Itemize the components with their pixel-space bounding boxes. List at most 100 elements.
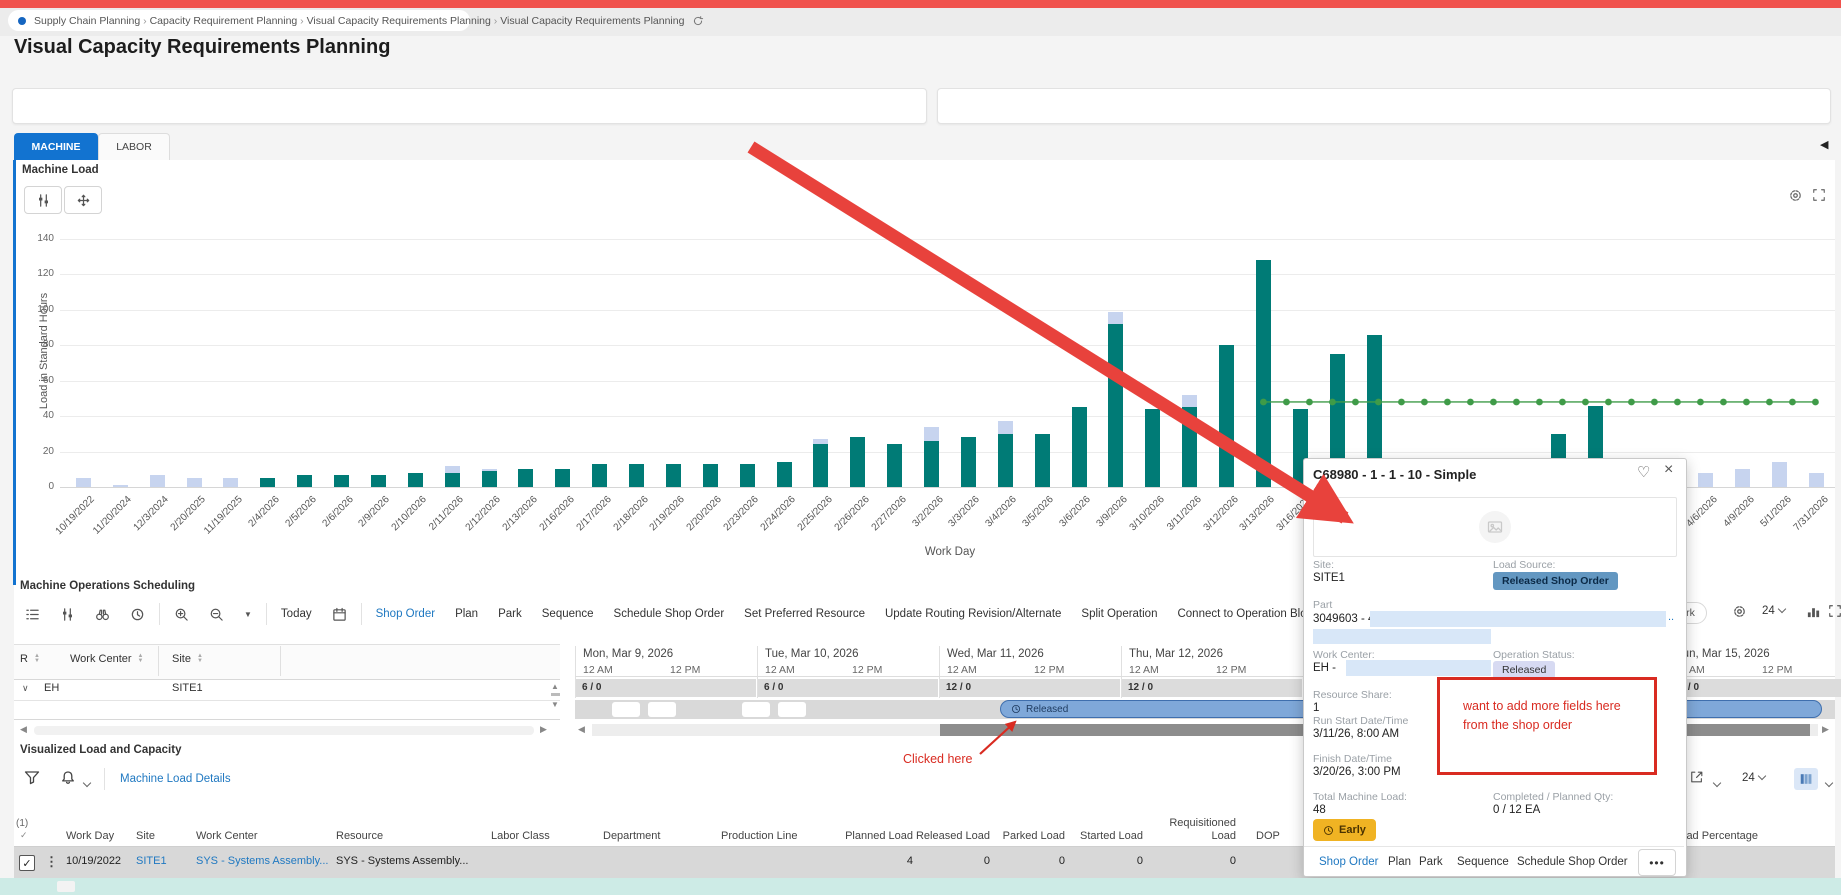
scroll-thumb[interactable] [551,693,560,696]
sort-icon[interactable]: ▲ ▼ [34,653,40,664]
chart-bar[interactable] [1182,407,1198,487]
chart-bar[interactable] [629,463,645,487]
chart-bar-secondary[interactable] [112,485,128,487]
table-header-planned-load[interactable]: Planned Load [839,814,913,844]
table-header-work-center[interactable]: Work Center [196,814,336,844]
chart-bar-secondary[interactable] [924,426,940,441]
bell-icon[interactable] [60,770,76,791]
calendar-icon[interactable] [323,600,356,628]
table-header-started-load[interactable]: Started Load [1065,814,1143,844]
tab-machine[interactable]: MACHINE [14,133,98,160]
favorite-heart-icon[interactable]: ♡ [1637,463,1650,481]
scroll-left-icon[interactable]: ◀ [20,724,27,735]
table-header-requisitioned-load[interactable]: Requisitioned Load [1143,814,1236,844]
table-header-department[interactable]: Department [603,814,721,844]
chart-bar[interactable] [997,433,1013,487]
breadcrumb-item[interactable]: Supply Chain Planning [34,15,140,27]
chart-pan-button[interactable] [64,186,102,214]
breadcrumb-item[interactable]: Visual Capacity Requirements Planning [500,15,684,27]
part-link[interactable]: 3049603 - 4 [1313,613,1374,625]
chart-bar-secondary[interactable] [1772,462,1788,487]
sequence-button[interactable]: Sequence [533,600,603,628]
columns-chevron[interactable] [1822,775,1834,793]
table-header-production-line[interactable]: Production Line [721,814,839,844]
breadcrumb-item[interactable]: Capacity Requirement Planning [150,15,298,27]
popup-sequence-button[interactable]: Sequence [1457,856,1509,868]
bottom-strip-item[interactable] [57,881,75,892]
chart-bar[interactable] [1071,407,1087,487]
table-header-released-load[interactable]: Released Load [913,814,990,844]
filter-panel-right[interactable] [937,88,1831,124]
table-header-parked-load[interactable]: Parked Load [990,814,1065,844]
chart-bar[interactable] [334,474,350,487]
maximize-icon[interactable] [1812,188,1826,207]
chart-bar[interactable] [518,469,534,487]
chart-settings-button[interactable] [24,186,62,214]
chart-bar[interactable] [739,463,755,487]
scroll-down-icon[interactable]: ▼ [551,700,559,709]
work-center-link[interactable]: EH - [1313,662,1336,674]
collapse-left-icon[interactable]: ◀ [1820,138,1828,151]
zoom-options-chevron[interactable]: ▼ [235,600,261,628]
chart-bar[interactable] [297,474,313,487]
table-header-labor-class[interactable]: Labor Class [491,814,603,844]
chart-bar-secondary[interactable] [1735,469,1751,487]
today-button[interactable]: Today [272,600,321,628]
gantt-interval-select[interactable]: 24 [1762,604,1787,617]
set-preferred-resource-button[interactable]: Set Preferred Resource [735,600,874,628]
chart-bar[interactable] [260,478,276,487]
columns-layout-button[interactable] [1794,768,1818,790]
chart-bar[interactable] [1219,345,1235,487]
shop-order-button[interactable]: Shop Order [367,600,444,628]
scroll-left-icon[interactable]: ◀ [578,724,585,735]
chart-bar[interactable] [924,440,940,487]
row-expand-chevron[interactable]: ∨ [22,683,29,694]
chart-bar-secondary[interactable] [149,474,165,487]
popup-schedule-shop-order-button[interactable]: Schedule Shop Order [1517,856,1628,868]
scroll-up-icon[interactable]: ▲ [551,682,559,691]
filter-icon[interactable] [24,770,40,791]
row-checkbox[interactable]: ✓ [19,855,35,871]
export-icon[interactable] [1690,770,1704,789]
chart-bar[interactable] [555,469,571,487]
chart-bar[interactable] [1108,324,1124,487]
grid-column-header[interactable]: Site ▲ ▼ [172,653,203,665]
list-view-icon[interactable] [16,600,49,628]
chart-bar-secondary[interactable] [1182,394,1198,408]
table-header-work-day[interactable]: Work Day [66,814,136,844]
settings-sliders-icon[interactable] [51,600,84,628]
chart-bar-secondary[interactable] [997,421,1013,434]
app-dot-icon[interactable] [18,16,26,25]
popup-park-button[interactable]: Park [1419,856,1443,868]
scrollbar-track[interactable] [34,726,534,735]
chart-bar-secondary[interactable] [1698,472,1714,487]
export-chevron[interactable] [1710,775,1722,793]
split-operation-button[interactable]: Split Operation [1072,600,1166,628]
scroll-right-icon[interactable]: ▶ [540,724,547,735]
chart-bar-secondary[interactable] [223,478,239,487]
expand-icon[interactable] [1828,604,1841,623]
chart-bar[interactable] [850,437,866,487]
close-icon[interactable]: × [1664,461,1673,479]
chart-bar[interactable] [592,463,608,487]
find-icon[interactable] [86,600,119,628]
more-actions-button[interactable]: ••• [1638,849,1676,876]
history-icon[interactable] [121,600,154,628]
chart-bar-secondary[interactable] [444,465,460,473]
chart-bar-secondary[interactable] [1108,311,1124,325]
zoom-out-icon[interactable] [200,600,233,628]
chart-bar[interactable] [665,463,681,487]
scroll-right-icon[interactable]: ▶ [1822,724,1829,735]
machine-load-details-link[interactable]: Machine Load Details [120,773,231,785]
chart-bar[interactable] [813,444,829,487]
chart-bar-secondary[interactable] [1809,472,1825,487]
chart-bar[interactable] [481,471,497,487]
popup-shop-order-link[interactable]: Shop Order [1319,856,1378,868]
histogram-icon[interactable] [1806,604,1821,624]
filter-panel-left[interactable] [12,88,927,124]
park-button[interactable]: Park [489,600,531,628]
chart-bar[interactable] [444,472,460,487]
kebab-menu-icon[interactable]: ⋮ [45,854,58,870]
sort-icon[interactable]: ▲ ▼ [138,653,144,664]
chart-bar[interactable] [960,437,976,487]
